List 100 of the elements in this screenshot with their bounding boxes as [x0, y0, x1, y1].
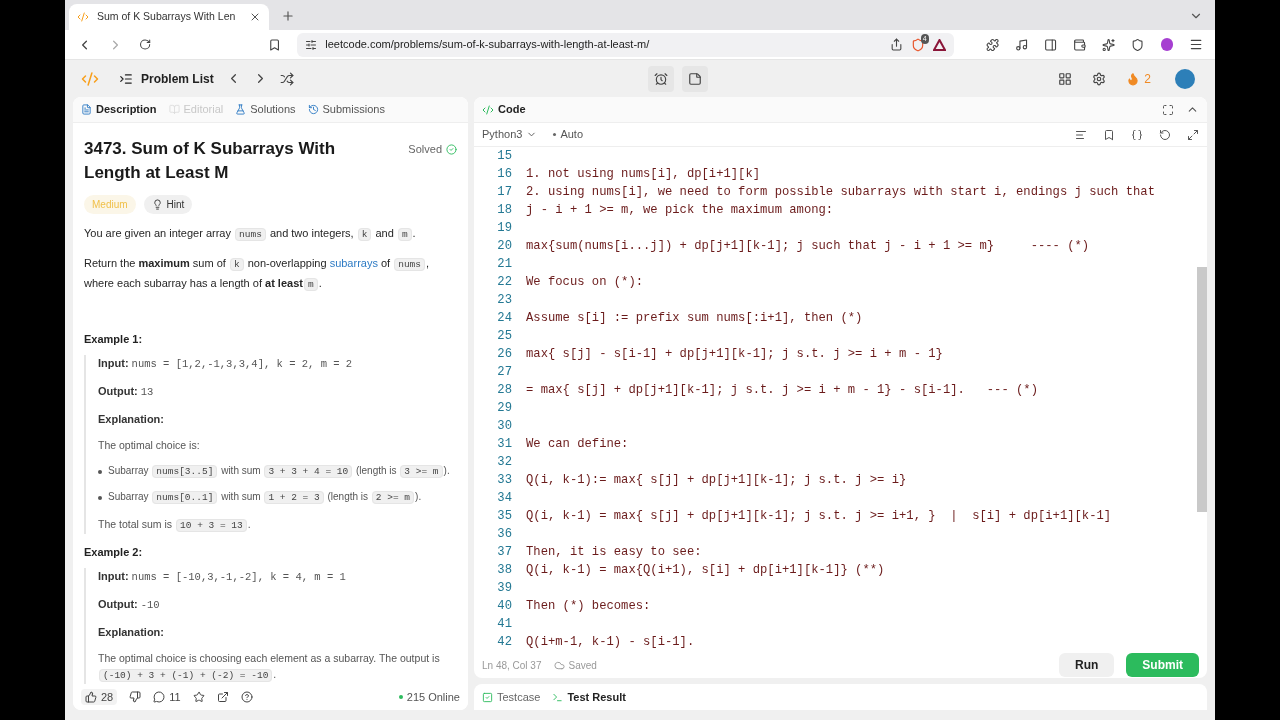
like-button[interactable]: 28 [81, 688, 118, 706]
list-icon [119, 71, 133, 86]
example-title: Example 1: [84, 331, 144, 347]
code-tab[interactable]: Code [482, 101, 526, 118]
tab-icon [307, 104, 319, 115]
explanation-heading: Explanation: [98, 411, 165, 427]
description-text: You are given an integer array nums and two integers, k and m . [84, 226, 417, 243]
profile-icon[interactable] [1160, 38, 1173, 51]
example-line: Input: nums = [-10,3,-1,-2], k = 4, m = 1 [98, 569, 347, 585]
line-number: 30 [496, 417, 512, 435]
code-line: Q(i+m-1, k-1) - s[i-1]. [526, 633, 695, 651]
line-number: 16 [496, 165, 512, 183]
code-line: 2. using nums[i], we need to form possible subarrays with start i, endings j such that [526, 183, 1155, 201]
line-number: 40 [496, 597, 512, 615]
alarm-clock-icon [653, 71, 668, 86]
code-icon [482, 103, 494, 116]
example-line: Output: 13 [98, 383, 155, 400]
music-icon[interactable] [1014, 37, 1028, 52]
panel-tab[interactable]: Submissions [307, 101, 385, 118]
code-line: Q(i, k-1) = max{ s[j] + dp[j+1][k-1]; j s.t. j >= i+1, } | s[i] + dp[i+1][k-1] [526, 507, 1112, 525]
notes-button[interactable] [681, 65, 708, 92]
line-number: 32 [496, 453, 512, 471]
browser-tab[interactable]: Sum of K Subarrays With Len [69, 4, 269, 30]
difficulty-tag: Medium [84, 195, 136, 214]
line-number: 33 [496, 471, 512, 489]
code-line: = max{ s[j] + dp[j+1][k-1]; j s.t. j >= i + m - 1} - s[i-1]. --- (*) [526, 381, 1038, 399]
language-select[interactable]: Python3 [482, 126, 538, 143]
scrollbar[interactable] [1197, 267, 1207, 512]
code-line: Assume s[i] := prefix sum nums[:i+1], then (*) [526, 309, 863, 327]
code-line: j - i + 1 >= m, we pick the maximum among: [526, 201, 834, 219]
hint-button[interactable]: Hint [143, 195, 193, 214]
bookmark-icon[interactable] [1103, 128, 1115, 141]
cursor-position: Ln 48, Col 37 [482, 658, 542, 673]
code-line: Q(i, k-1) = max{Q(i+1), s[i] + dp[i+1][k-1]} (**) [526, 561, 885, 579]
saved-status: Saved [553, 657, 597, 673]
dislike-icon[interactable] [129, 691, 142, 703]
line-number: 29 [496, 399, 512, 417]
run-button[interactable]: Run [1059, 653, 1115, 677]
bullet-icon [98, 496, 102, 501]
line-number: 26 [496, 345, 512, 363]
fullscreen-icon[interactable] [1162, 103, 1174, 116]
subarray-link[interactable]: subarrays [329, 257, 378, 269]
avatar-icon[interactable] [1175, 68, 1195, 89]
help-icon[interactable] [240, 691, 253, 703]
sidebar-icon[interactable] [1043, 37, 1058, 52]
menu-icon[interactable] [1188, 37, 1203, 52]
bookmark-icon[interactable] [268, 37, 282, 52]
example-line: Input: nums = [1,2,-1,3,3,4], k = 2, m = 2 [98, 356, 354, 372]
comment-icon [153, 691, 166, 703]
extensions-icon[interactable] [985, 37, 999, 52]
share-icon[interactable] [216, 691, 229, 703]
sparkle-icon[interactable] [1102, 37, 1116, 52]
site-settings-icon[interactable] [305, 38, 318, 51]
explanation-text: The optimal choice is choosing each element as a subarray. The output is (-10) + 3 + (-1) + (-2) = -10 . [98, 651, 441, 684]
comments-button[interactable]: 11 [153, 688, 181, 706]
reload-icon[interactable] [139, 38, 152, 51]
line-number: 21 [496, 255, 512, 273]
line-number: 18 [496, 201, 512, 219]
note-icon [687, 71, 702, 86]
close-icon[interactable] [249, 11, 261, 23]
panel-tab[interactable]: Solutions [235, 101, 296, 118]
format-icon[interactable] [1075, 128, 1087, 141]
shuffle-icon[interactable] [279, 71, 294, 86]
result-tab[interactable]: Test Result [552, 688, 626, 706]
shield-icon[interactable] [1131, 37, 1145, 52]
line-number: 38 [496, 561, 512, 579]
checkbox-icon [482, 691, 493, 703]
braces-icon[interactable] [1131, 128, 1143, 141]
settings-icon[interactable] [1092, 71, 1107, 86]
tab-icon [235, 104, 247, 115]
line-number: 34 [496, 489, 512, 507]
explanation-text: The total sum is 10 + 3 = 13 . [98, 516, 252, 534]
new-tab-icon[interactable] [281, 9, 295, 23]
result-tab[interactable]: Testcase [482, 688, 541, 706]
online-count: 215 Online [398, 688, 460, 706]
line-number: 27 [496, 363, 512, 381]
wallet-icon[interactable] [1073, 37, 1087, 52]
bullet-text: Subarray nums[0..1] with sum 1 + 2 = 3 (length is 2 >= m ). [108, 490, 422, 506]
problem-title: 3473. Sum of K Subarrays With Length at Least M [84, 138, 337, 184]
layout-icon[interactable] [1058, 71, 1073, 86]
reset-icon[interactable] [1159, 128, 1171, 141]
line-number: 20 [496, 237, 512, 255]
bullet-icon [98, 470, 102, 474]
line-number: 42 [496, 633, 512, 651]
auto-mode[interactable]: Auto [553, 126, 583, 143]
share-icon[interactable] [889, 38, 903, 51]
problem-list-button[interactable]: Problem List [119, 69, 214, 88]
solved-status: Solved [408, 141, 457, 158]
code-line: We focus on (*): [526, 273, 644, 291]
thumbs-up-icon [85, 691, 97, 703]
line-number: 39 [496, 579, 512, 597]
expand-icon[interactable] [1187, 128, 1199, 141]
line-number: 15 [496, 147, 512, 165]
code-line: Then, it is easy to see: [526, 543, 702, 561]
panel-tab[interactable]: Description [81, 101, 157, 118]
code-line: Then (*) becomes: [526, 597, 651, 615]
star-icon[interactable] [192, 691, 205, 703]
triangle-icon[interactable] [932, 38, 946, 51]
explanation-heading: Explanation: [98, 624, 165, 640]
timer-button[interactable] [647, 65, 674, 92]
